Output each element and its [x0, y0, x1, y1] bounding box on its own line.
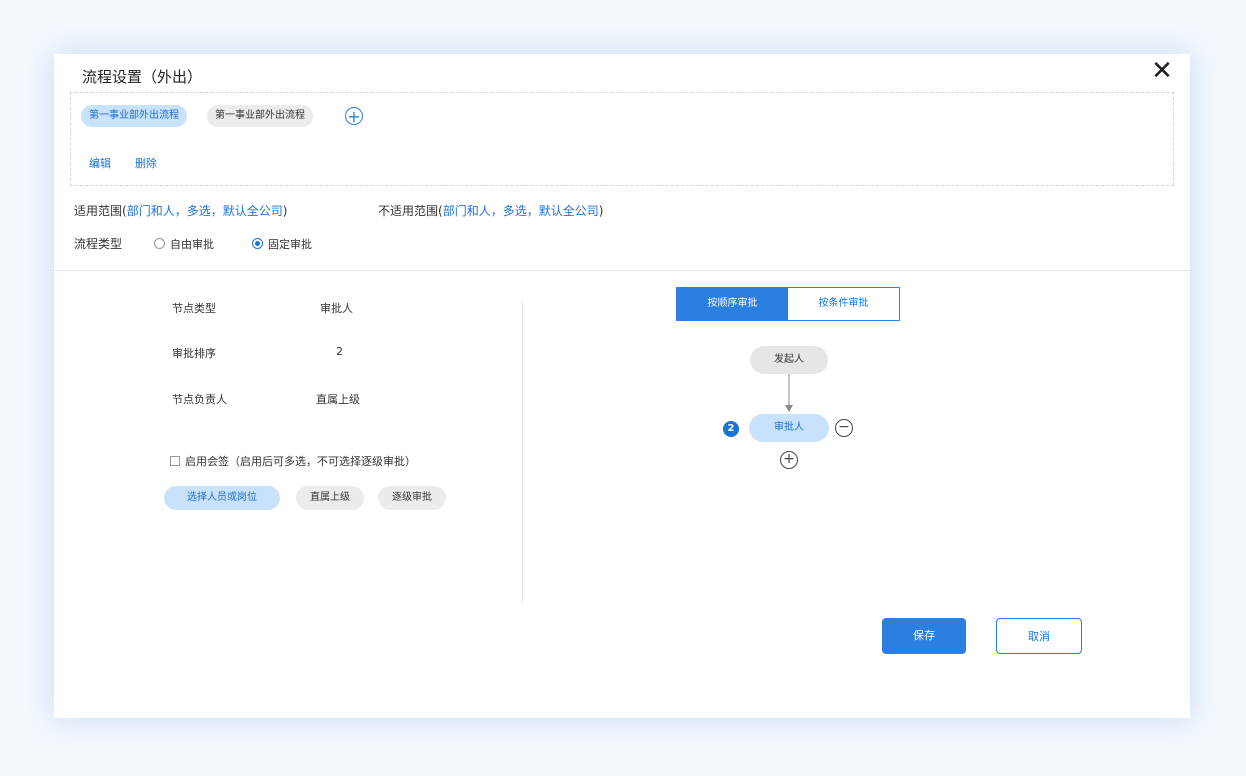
- cancel-button[interactable]: 取消: [996, 618, 1082, 654]
- owner-label: 节点负责人: [172, 393, 227, 406]
- delete-link[interactable]: 删除: [135, 155, 157, 171]
- flow-list-box: 第一事业部外出流程 第一事业部外出流程 + 编辑 删除: [70, 92, 1174, 186]
- process-type-label: 流程类型: [74, 237, 123, 251]
- scope-row: 适用范围(部门和人，多选，默认全公司): [74, 202, 287, 219]
- radio-fixed-label: 固定审批: [268, 238, 312, 251]
- radio-icon[interactable]: [154, 238, 165, 249]
- add-node-icon[interactable]: +: [780, 451, 798, 469]
- radio-free-label: 自由审批: [170, 238, 214, 251]
- checkbox-icon[interactable]: [170, 456, 180, 466]
- countersign-label: 启用会签（启用后可多选，不可选择逐级审批）: [185, 455, 416, 468]
- direct-superior-button[interactable]: 直属上级: [296, 486, 364, 510]
- node-type-value: 审批人: [320, 302, 353, 315]
- conditional-approval-tab[interactable]: 按条件审批: [788, 288, 899, 320]
- radio-selected-icon[interactable]: [252, 238, 263, 249]
- owner-value[interactable]: 直属上级: [316, 391, 360, 407]
- choose-person-button[interactable]: 选择人员或岗位: [164, 486, 280, 510]
- bracket-close: ): [598, 204, 604, 218]
- applicable-scope-label: 适用范围: [74, 204, 123, 218]
- level-approval-button[interactable]: 逐级审批: [378, 486, 446, 510]
- flow-tab-1[interactable]: 第一事业部外出流程: [81, 105, 187, 127]
- section-divider: [54, 270, 1190, 271]
- not-applicable-scope-value[interactable]: 部门和人，多选，默认全公司: [443, 204, 599, 218]
- remove-node-icon[interactable]: −: [835, 419, 853, 437]
- node-type-label: 节点类型: [172, 302, 216, 315]
- panel-divider: [522, 300, 523, 604]
- save-button[interactable]: 保存: [882, 618, 966, 654]
- flow-tab-2[interactable]: 第一事业部外出流程: [207, 105, 313, 127]
- close-icon[interactable]: ✕: [1150, 58, 1174, 84]
- approval-mode-toggle: 按顺序审批 按条件审批: [676, 287, 900, 321]
- bracket-close: ): [282, 204, 288, 218]
- flow-arrow-icon: [785, 374, 793, 412]
- approver-node[interactable]: 审批人: [749, 414, 829, 442]
- start-node[interactable]: 发起人: [750, 346, 828, 374]
- not-scope-row: 不适用范围(部门和人，多选，默认全公司): [378, 202, 603, 219]
- countersign-option[interactable]: 启用会签（启用后可多选，不可选择逐级审批）: [170, 453, 416, 469]
- dialog-title: 流程设置（外出）: [82, 68, 203, 86]
- flow-settings-dialog: 流程设置（外出） ✕ 第一事业部外出流程 第一事业部外出流程 + 编辑 删除 适…: [54, 54, 1190, 718]
- not-applicable-scope-label: 不适用范围: [378, 204, 439, 218]
- edit-link[interactable]: 编辑: [89, 155, 111, 171]
- plus-circle-icon[interactable]: +: [345, 107, 363, 125]
- sequential-approval-tab[interactable]: 按顺序审批: [677, 288, 788, 320]
- applicable-scope-value[interactable]: 部门和人，多选，默认全公司: [127, 204, 283, 218]
- order-value: 2: [336, 345, 343, 358]
- step-index-badge: 2: [723, 421, 739, 437]
- order-label: 审批排序: [172, 347, 216, 360]
- radio-free-approval[interactable]: 自由审批: [154, 236, 214, 252]
- radio-fixed-approval[interactable]: 固定审批: [252, 236, 312, 252]
